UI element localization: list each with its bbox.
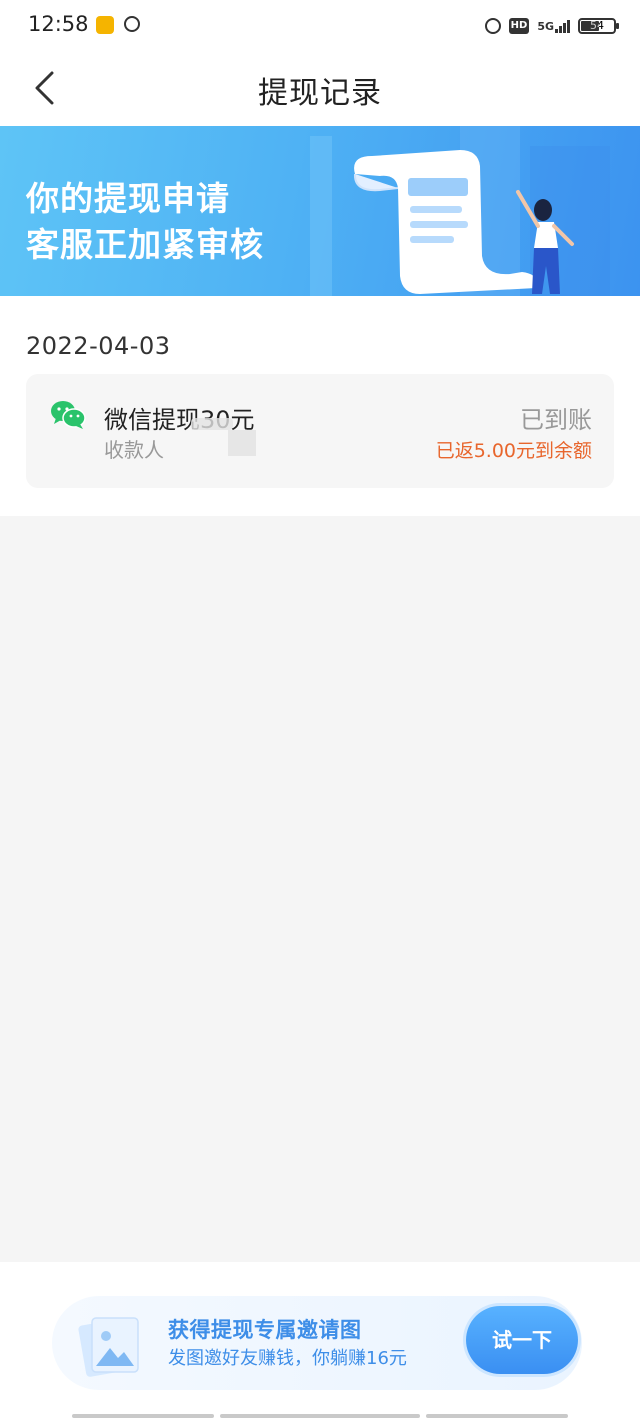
nav-bar: 提现记录 — [0, 52, 640, 126]
record-date: 2022-04-03 — [26, 332, 171, 360]
promo-subtitle: 发图邀好友赚钱，你躺赚16元 — [168, 1348, 407, 1369]
status-right: HD 5G 54 — [484, 14, 619, 38]
banner-illustration — [310, 126, 610, 296]
review-banner: 你的提现申请 客服正加紧审核 — [0, 126, 640, 296]
network-type: 5G — [537, 19, 554, 33]
signal-icon: 5G — [537, 19, 570, 33]
redaction-mark — [228, 430, 256, 456]
status-bar: 12:58 HD 5G 54 — [0, 0, 640, 52]
alarm-icon — [484, 18, 501, 34]
redaction-mark — [191, 418, 233, 430]
wechat-icon — [51, 401, 86, 429]
record-status: 已到账 — [520, 406, 592, 434]
vpn-icon — [124, 16, 140, 32]
promo-title: 获得提现专属邀请图 — [168, 1318, 362, 1342]
battery-level: 54 — [590, 19, 604, 32]
records-section: 2022-04-03 微信提现30元 收款人 已到账 已返5.00元到余额 — [0, 296, 640, 516]
home-indicator — [426, 1414, 568, 1418]
status-time: 12:58 — [28, 12, 89, 36]
bottom-promo-area: 获得提现专属邀请图 发图邀好友赚钱，你躺赚16元 试一下 — [0, 1262, 640, 1422]
home-indicator — [72, 1414, 214, 1418]
banner-line-2: 客服正加紧审核 — [26, 225, 264, 264]
home-indicator — [220, 1414, 420, 1418]
battery-icon: 54 — [578, 18, 619, 34]
hd-icon: HD — [508, 18, 530, 34]
invite-promo-banner[interactable]: 获得提现专属邀请图 发图邀好友赚钱，你躺赚16元 试一下 — [52, 1296, 582, 1390]
record-refund-note: 已返5.00元到余额 — [435, 440, 592, 462]
page-title: 提现记录 — [258, 76, 382, 111]
record-card[interactable]: 微信提现30元 收款人 已到账 已返5.00元到余额 — [26, 374, 614, 488]
try-button[interactable]: 试一下 — [466, 1306, 578, 1374]
picture-icon — [78, 1317, 139, 1377]
app-notification-icon — [96, 16, 114, 34]
record-payee-label: 收款人 — [104, 438, 164, 462]
banner-line-1: 你的提现申请 — [26, 179, 230, 218]
